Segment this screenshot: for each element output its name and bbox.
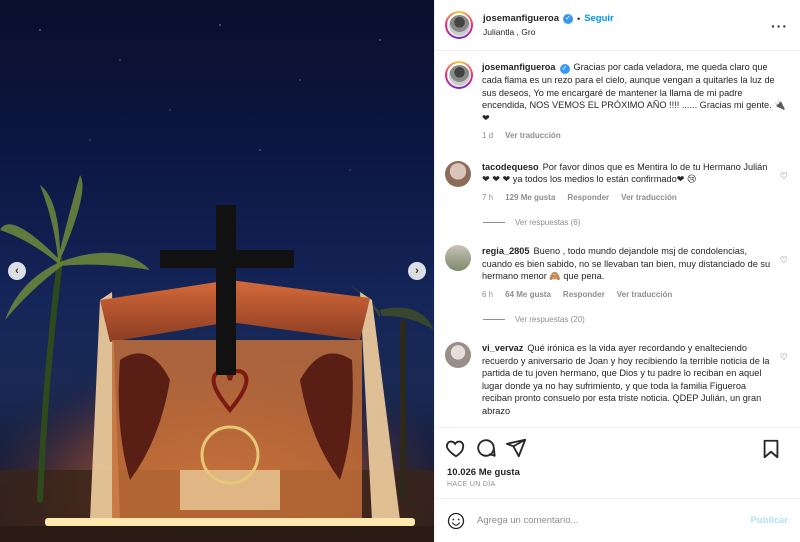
save-bookmark-icon[interactable] [760,438,782,460]
next-photo-button[interactable]: › [408,262,426,280]
comment-item: vi_vervaz Qué irónica es la vida ayer rec… [445,342,790,417]
caption-avatar[interactable] [445,61,473,89]
verified-badge-icon: ✓ [563,13,574,24]
comment-input[interactable] [477,515,717,526]
author-username[interactable]: josemanfigueroa [483,13,559,24]
separator-dot: • [577,13,581,24]
post-side-panel: josemanfigueroa ✓ • Seguir Juliantla , G… [434,0,800,542]
commenter-avatar[interactable] [445,160,471,187]
comment-text: Qué irónica es la vida ayer recordando y… [482,343,770,416]
author-avatar[interactable] [445,11,473,39]
commenter-username[interactable]: regia_2805 [482,246,530,256]
more-options-icon[interactable]: ··· [771,18,788,34]
commenter-username[interactable]: vi_vervaz [482,343,523,353]
like-comment-icon[interactable]: ♡ [780,171,788,182]
comments-list[interactable]: josemanfigueroa ✓ Gracias por cada velador… [435,51,800,427]
post-header: josemanfigueroa ✓ • Seguir Juliantla , G… [435,0,800,51]
comment-time: 6 h [482,289,494,299]
commenter-avatar[interactable] [445,342,471,368]
caption-username[interactable]: josemanfigueroa [482,62,556,72]
post-actions-bar [435,427,800,467]
caption-translate-link[interactable]: Ver traducción [505,130,561,143]
previous-photo-button[interactable]: ‹ [8,262,26,280]
reply-button[interactable]: Responder [567,192,609,205]
comment-item: regia_2805 Bueno , todo mundo dejandole m… [445,245,790,301]
view-replies-button[interactable]: Ver respuestas (20) [483,315,790,324]
follow-button[interactable]: Seguir [584,13,614,24]
like-comment-icon[interactable]: ♡ [780,255,788,266]
post-caption: josemanfigueroa ✓ Gracias por cada velador… [445,61,790,143]
likes-count[interactable]: 10.026 Me gusta [435,467,800,478]
commenter-avatar[interactable] [445,245,471,271]
reply-button[interactable]: Responder [563,289,605,302]
caption-time: 1 d [482,131,494,140]
translate-link[interactable]: Ver traducción [617,289,673,302]
instagram-post: ‹ › josemanfigueroa ✓ • Seguir Juliantla… [0,0,800,542]
like-comment-icon[interactable]: ♡ [780,352,788,363]
translate-link[interactable]: Ver traducción [621,192,677,205]
chapel-night-scene [0,24,434,542]
comment-item: tacodequeso Por favor dinos que es Mentir… [445,160,790,205]
emoji-icon[interactable] [447,512,465,530]
commenter-username[interactable]: tacodequeso [482,162,539,172]
publish-button[interactable]: Publicar [751,515,789,526]
comment-likes[interactable]: 64 Me gusta [505,289,551,302]
post-location[interactable]: Juliantla , Gro [483,27,614,37]
verified-badge-icon: ✓ [559,64,570,74]
post-photo: ‹ › [0,0,434,542]
comment-bubble-icon[interactable] [475,437,497,459]
add-comment-bar: Publicar [435,498,800,542]
view-replies-button[interactable]: Ver respuestas (6) [483,218,790,227]
share-paper-plane-icon[interactable] [505,437,527,459]
like-heart-icon[interactable] [445,437,467,459]
avatar-image [448,14,470,36]
comment-time: 7 h [482,192,494,202]
comment-likes[interactable]: 129 Me gusta [505,192,555,205]
post-timestamp: HACE UN DÍA [447,481,496,488]
